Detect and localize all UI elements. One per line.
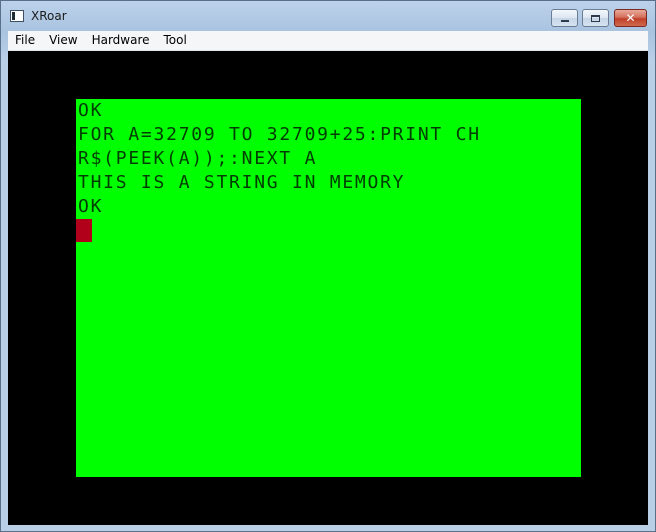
window-title: XRoar xyxy=(31,9,67,23)
screen-line: OK xyxy=(78,100,104,121)
menu-hardware[interactable]: Hardware xyxy=(85,31,157,50)
screen-line: FOR A=32709 TO 32709+25:PRINT CH xyxy=(78,124,481,145)
maximize-icon xyxy=(591,14,600,22)
minimize-button[interactable] xyxy=(551,9,578,27)
menu-view[interactable]: View xyxy=(42,31,84,50)
app-icon[interactable] xyxy=(10,10,24,22)
close-icon: ✕ xyxy=(625,11,636,25)
text-screen[interactable]: OK FOR A=32709 TO 32709+25:PRINT CH R$(P… xyxy=(76,99,581,477)
xroar-window: XRoar ✕ File View Hardware Tool OK FOR A… xyxy=(0,0,656,532)
close-button[interactable]: ✕ xyxy=(614,9,647,27)
menu-tool[interactable]: Tool xyxy=(157,31,194,50)
text-cursor xyxy=(76,219,92,242)
maximize-button[interactable] xyxy=(582,9,609,27)
menu-file[interactable]: File xyxy=(8,31,42,50)
title-bar[interactable]: XRoar ✕ xyxy=(1,1,655,31)
minimize-icon xyxy=(560,20,569,22)
screen-line: OK xyxy=(78,196,104,217)
screen-line: R$(PEEK(A));:NEXT A xyxy=(78,148,318,169)
screen-line: THIS IS A STRING IN MEMORY xyxy=(78,172,406,193)
menu-bar: File View Hardware Tool xyxy=(8,31,648,51)
emulator-display[interactable]: OK FOR A=32709 TO 32709+25:PRINT CH R$(P… xyxy=(8,51,648,525)
